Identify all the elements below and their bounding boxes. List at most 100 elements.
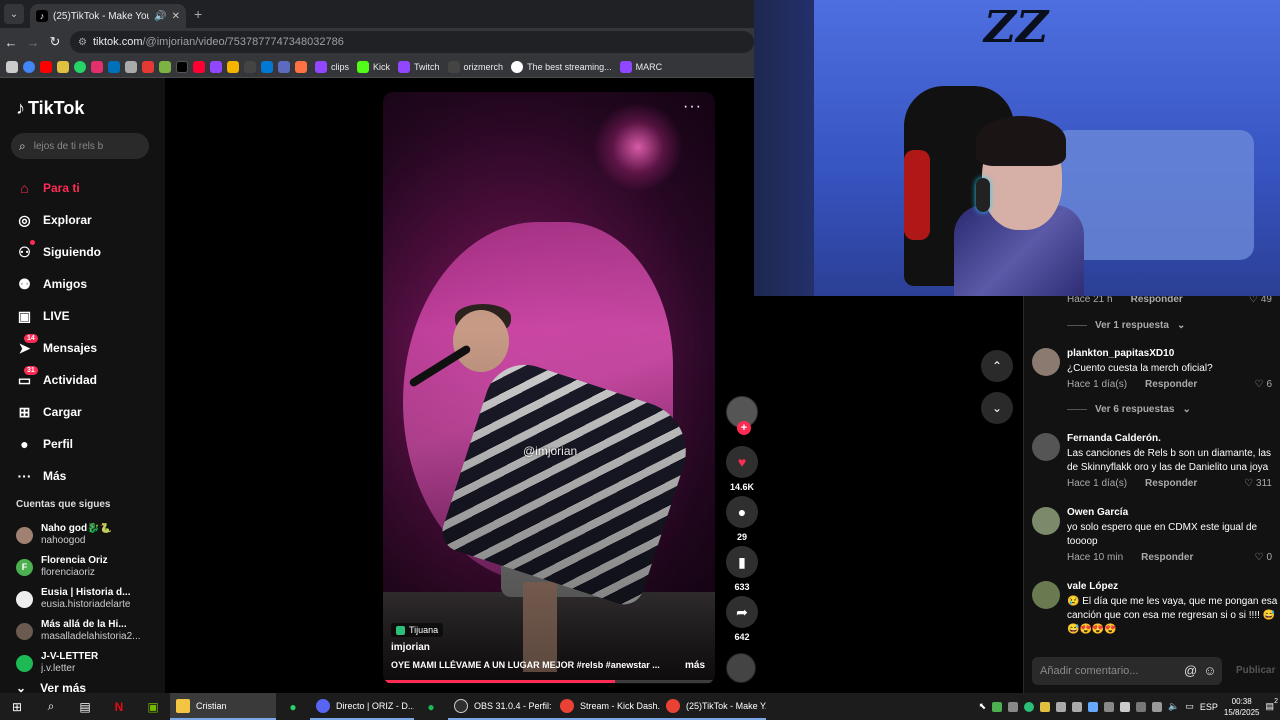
search-input[interactable]: ⌕ lejos de ti rels b	[11, 133, 149, 159]
video-more-options-icon[interactable]: ···	[683, 98, 702, 116]
battery-icon[interactable]	[1152, 701, 1163, 712]
bookmark-icon[interactable]	[244, 60, 256, 73]
view-replies[interactable]: Ver 1 respuesta ⌄	[1032, 320, 1280, 331]
bookmark-orizmerch[interactable]: orizmerch	[447, 60, 503, 73]
nav-item-mas[interactable]: ··· Más	[16, 460, 161, 492]
comment-user[interactable]: plankton_papitasXD10	[1067, 348, 1280, 359]
bookmark-streaming[interactable]: The best streaming...	[511, 60, 612, 73]
tab-search-button[interactable]: ⌄	[4, 4, 24, 24]
youtube-bookmark-icon[interactable]	[40, 60, 52, 73]
notifications-icon[interactable]: ▤ 2	[1265, 698, 1278, 712]
new-tab-button[interactable]: +	[194, 6, 202, 22]
next-video-button[interactable]: ⌄	[981, 392, 1013, 424]
clock[interactable]: 00:38 15/8/2025	[1224, 696, 1260, 718]
avatar[interactable]	[1032, 433, 1060, 461]
following-item[interactable]: Naho god🐉🐍 nahoogod	[16, 519, 161, 551]
nav-item-live[interactable]: ▣ LIVE	[16, 300, 161, 332]
video-progress-bar[interactable]	[383, 680, 715, 683]
netflix-icon[interactable]: N	[102, 693, 136, 720]
comment-button[interactable]: ●	[726, 496, 758, 528]
tray-app-icon[interactable]	[1072, 701, 1083, 712]
comment-like-button[interactable]: ♡ 6	[1254, 379, 1272, 390]
taskbar-app-discord[interactable]: Directo | ORIZ - D...	[310, 693, 414, 720]
tiktok-bookmark-icon[interactable]	[176, 60, 188, 73]
bookmark-icon[interactable]	[227, 60, 239, 73]
comment-like-button[interactable]: ♡ 311	[1244, 478, 1272, 489]
bookmark-clips[interactable]: clips	[315, 60, 349, 73]
following-item[interactable]: F Florencia Oriz florenciaoriz	[16, 551, 161, 583]
taskbar-app-chrome-tiktok[interactable]: (25)TikTok - Make Y...	[660, 693, 766, 720]
bookmark-icon[interactable]	[210, 60, 222, 73]
speaker-icon[interactable]: 🔊	[154, 11, 166, 22]
mention-icon[interactable]: @	[1184, 663, 1197, 678]
network-icon[interactable]: ▭	[1185, 701, 1194, 712]
tray-app-icon[interactable]	[1024, 701, 1035, 712]
tray-app-icon[interactable]	[1088, 701, 1099, 712]
bookmark-icon[interactable]	[57, 60, 69, 73]
taskbar-app-chrome-kick[interactable]: Stream - Kick Dash...	[554, 693, 660, 720]
like-button[interactable]: ♥	[726, 446, 758, 478]
video-author[interactable]: imjorian	[391, 642, 430, 653]
view-replies[interactable]: Ver 6 respuestas ⌄	[1032, 404, 1280, 415]
tray-app-icon[interactable]	[1104, 701, 1115, 712]
bookmark-kick[interactable]: Kick	[357, 60, 390, 73]
taskbar-app-explorer[interactable]: Cristian	[170, 693, 276, 720]
video-player[interactable]: ··· @imjorian Tijuana imjorian OYE MAMI …	[383, 92, 715, 684]
reply-button[interactable]: Responder	[1145, 478, 1197, 489]
nvidia-icon[interactable]: ▣	[136, 693, 170, 720]
tray-arrow-icon[interactable]: ⬉	[979, 701, 987, 712]
tray-app-icon[interactable]	[1040, 701, 1051, 712]
speaker-icon[interactable]: 🔈	[1168, 701, 1179, 712]
nav-item-perfil[interactable]: ● Perfil	[16, 428, 161, 460]
caption-more-button[interactable]: más	[685, 660, 705, 671]
tray-app-icon[interactable]	[1136, 701, 1147, 712]
nav-item-amigos[interactable]: ⚉ Amigos	[16, 268, 161, 300]
bookmark-marc[interactable]: MARC	[619, 60, 662, 73]
reply-button[interactable]: Responder	[1145, 379, 1197, 390]
save-button[interactable]: ▮	[726, 546, 758, 578]
publish-button[interactable]: Publicar	[1236, 665, 1275, 676]
following-item[interactable]: J-V-LETTER j.v.letter	[16, 647, 161, 679]
tray-app-icon[interactable]	[1120, 701, 1131, 712]
avatar[interactable]	[1032, 581, 1060, 609]
whatsapp-icon[interactable]: ●	[276, 693, 310, 720]
outlook-bookmark-icon[interactable]	[261, 60, 273, 73]
location-tag[interactable]: Tijuana	[391, 623, 444, 637]
comment-user[interactable]: Fernanda Calderón.	[1067, 433, 1280, 444]
previous-video-button[interactable]: ⌃	[981, 350, 1013, 382]
tray-app-icon[interactable]	[1008, 701, 1019, 712]
nav-item-mensajes[interactable]: ➤ 14 Mensajes	[16, 332, 161, 364]
avatar[interactable]	[1032, 507, 1060, 535]
follow-plus-icon[interactable]: +	[737, 421, 751, 435]
forward-button[interactable]: →	[22, 35, 44, 50]
share-button[interactable]: ➦	[726, 596, 758, 628]
comment-user[interactable]: vale López	[1067, 581, 1280, 592]
avatar[interactable]	[1032, 348, 1060, 376]
nav-item-para-ti[interactable]: ⌂ Para ti	[16, 172, 161, 204]
emoji-icon[interactable]: ☺	[1203, 663, 1216, 678]
following-item[interactable]: Más allá de la Hi... masalladelahistoria2…	[16, 615, 161, 647]
browser-tab[interactable]: ♪ (25)TikTok - Make Your Day 🔊 ✕	[30, 4, 186, 28]
tray-app-icon[interactable]	[992, 701, 1003, 712]
task-view-icon[interactable]: ▤	[68, 693, 102, 720]
instagram-bookmark-icon[interactable]	[91, 60, 103, 73]
url-field[interactable]: ⚙ tiktok.com/@imjorian/video/75378777473…	[70, 31, 754, 53]
whatsapp-bookmark-icon[interactable]	[74, 60, 86, 73]
google-bookmark-icon[interactable]	[23, 60, 35, 73]
close-tab-icon[interactable]: ✕	[172, 11, 180, 22]
creator-avatar[interactable]: +	[726, 396, 758, 435]
back-button[interactable]: ←	[0, 35, 22, 50]
following-item[interactable]: Eusia | Historia d... eusia.historiadelar…	[16, 583, 161, 615]
site-info-icon[interactable]: ⚙	[78, 37, 87, 48]
comment-like-button[interactable]: ♡ 49	[1249, 296, 1272, 305]
search-icon[interactable]: ⌕	[34, 693, 68, 720]
paypal-bookmark-icon[interactable]	[108, 60, 120, 73]
tiktok-logo[interactable]: ♪ TikTok	[16, 98, 84, 119]
music-disc-icon[interactable]	[726, 653, 756, 683]
bookmark-icon[interactable]	[159, 60, 171, 73]
spotify-icon[interactable]: ●	[414, 693, 448, 720]
bookmark-twitch[interactable]: Twitch	[398, 60, 440, 73]
reply-button[interactable]: Responder	[1131, 296, 1183, 305]
comment-like-button[interactable]: ♡ 0	[1254, 552, 1272, 563]
language-indicator[interactable]: ESP	[1200, 702, 1218, 712]
